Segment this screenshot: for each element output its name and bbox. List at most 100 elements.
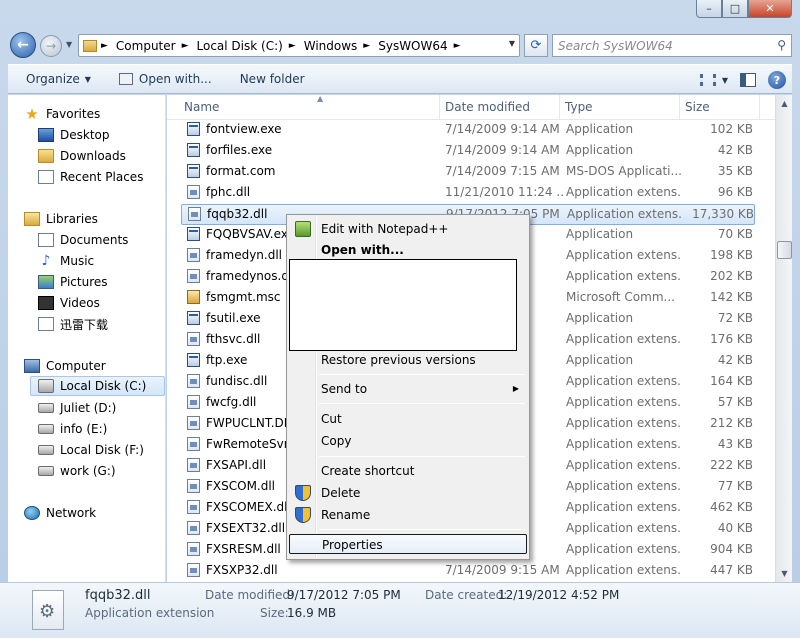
sidebar-label: info (E:) (60, 422, 108, 436)
sidebar-label: Network (46, 506, 97, 520)
sidebar-item-network[interactable]: Network (24, 503, 96, 523)
menu-send-to[interactable]: Send to ▶ (289, 379, 527, 399)
menu-properties[interactable]: Properties (289, 534, 527, 554)
details-size-label: Size: (260, 606, 289, 620)
drive-icon (38, 424, 54, 434)
exe-file-icon (187, 227, 200, 241)
new-folder-button[interactable]: New folder (231, 72, 314, 86)
sidebar-item-documents[interactable]: Documents (38, 230, 128, 250)
scroll-up-button[interactable]: ▲ (776, 95, 793, 112)
help-icon[interactable]: ? (768, 71, 786, 89)
menu-label: Send to (321, 382, 368, 396)
menu-open-with[interactable]: Open with... (289, 240, 527, 260)
size-cell: 102 KB (710, 122, 753, 136)
sidebar-item-thunder-downloads[interactable]: 迅雷下载 (38, 314, 108, 334)
open-with-label: Open with... (138, 72, 212, 86)
preview-pane-icon[interactable] (740, 73, 756, 87)
size-cell: 57 KB (717, 395, 753, 409)
file-name: ftp.exe (206, 353, 248, 367)
sidebar-item-local-disk-c[interactable]: Local Disk (C:) (30, 376, 165, 396)
table-row[interactable]: fontview.exe 7/14/2009 9:14 AM Application… (181, 120, 755, 141)
search-input[interactable]: Search SysWOW64 ⚲ (552, 34, 792, 57)
file-name-cell: FXSXP32.dll (187, 563, 437, 577)
dll-file-icon (187, 458, 200, 472)
dll-file-icon (187, 395, 200, 409)
table-row[interactable]: format.com 7/14/2009 7:15 AM MS-DOS Applic… (181, 162, 755, 183)
notepad-plus-plus-icon (295, 221, 311, 237)
size-cell: 212 KB (710, 416, 753, 430)
file-name-cell: format.com (187, 164, 437, 178)
breadcrumb-windows[interactable]: Windows (304, 39, 358, 53)
minimize-button[interactable]: – (696, 0, 722, 18)
dll-file-icon (32, 590, 64, 630)
file-name: format.com (206, 164, 276, 178)
chevron-right-icon[interactable]: ► (289, 41, 296, 51)
breadcrumb-syswow64[interactable]: SysWOW64 (378, 39, 447, 53)
open-with-button[interactable]: Open with... (110, 72, 221, 86)
refresh-icon: ⟳ (530, 38, 542, 53)
close-button[interactable]: ✕ (748, 0, 792, 18)
column-name[interactable]: Name ▲ (179, 95, 440, 120)
forward-button[interactable]: → (40, 35, 62, 57)
file-name-cell: forfiles.exe (187, 143, 437, 157)
chevron-right-icon[interactable]: ► (363, 41, 370, 51)
address-bar[interactable]: ► Computer ► Local Disk (C:) ► Windows ►… (78, 34, 520, 57)
search-icon[interactable]: ⚲ (777, 38, 786, 52)
table-row[interactable]: fphc.dll 11/21/2010 11:24 ... Application … (181, 183, 755, 204)
size-cell: 42 KB (717, 353, 753, 367)
column-type[interactable]: Type (560, 95, 680, 120)
back-button[interactable]: ← (10, 32, 36, 58)
view-dropdown-icon[interactable]: ▼ (722, 76, 728, 85)
table-row[interactable]: FXSXP32.dll 7/14/2009 9:15 AM Application … (181, 561, 755, 582)
chevron-right-icon[interactable]: ► (101, 41, 108, 51)
sidebar-item-work-g[interactable]: work (G:) (38, 461, 116, 481)
change-view-icon[interactable] (699, 74, 716, 86)
column-size[interactable]: Size (680, 95, 760, 120)
sidebar-item-libraries[interactable]: Libraries (24, 209, 98, 229)
sidebar-item-juliet-d[interactable]: Juliet (D:) (38, 398, 116, 418)
menu-copy[interactable]: Copy (289, 431, 527, 451)
new-folder-label: New folder (239, 72, 305, 86)
sidebar-label: Recent Places (60, 170, 144, 184)
sidebar-item-desktop[interactable]: Desktop (38, 125, 110, 145)
menu-cut[interactable]: Cut (289, 409, 527, 429)
menu-restore-previous-versions[interactable]: Restore previous versions (289, 350, 527, 370)
address-dropdown-icon[interactable]: ▼ (509, 39, 515, 48)
column-date-modified[interactable]: Date modified (440, 95, 560, 120)
menu-delete[interactable]: Delete (289, 483, 527, 503)
date-modified-cell: 7/14/2009 9:14 AM (445, 143, 560, 157)
column-header: Name ▲ Date modified Type Size (167, 95, 775, 120)
sidebar-item-pictures[interactable]: Pictures (38, 272, 108, 292)
menu-create-shortcut[interactable]: Create shortcut (289, 461, 527, 481)
menu-rename[interactable]: Rename (289, 505, 527, 525)
organize-button[interactable]: Organize ▼ (17, 72, 100, 86)
size-cell: 164 KB (710, 374, 753, 388)
maximize-button[interactable]: □ (722, 0, 748, 18)
breadcrumb-local-disk[interactable]: Local Disk (C:) (197, 39, 283, 53)
dll-file-icon (187, 332, 200, 346)
details-created-value: 12/19/2012 4:52 PM (498, 588, 620, 602)
sidebar-item-videos[interactable]: Videos (38, 293, 100, 313)
sidebar-item-info-e[interactable]: info (E:) (38, 419, 107, 439)
table-row[interactable]: forfiles.exe 7/14/2009 9:14 AM Application… (181, 141, 755, 162)
scrollbar-thumb[interactable] (777, 241, 792, 259)
menu-edit-with-notepad[interactable]: Edit with Notepad++ (289, 219, 527, 239)
vertical-scrollbar[interactable]: ▲ ▼ (775, 95, 792, 582)
sidebar-item-computer[interactable]: Computer (24, 356, 106, 376)
file-name: FXSXP32.dll (206, 563, 278, 577)
chevron-right-icon[interactable]: ► (454, 41, 461, 51)
recent-pages-dropdown[interactable]: ▼ (66, 40, 72, 49)
scroll-down-button[interactable]: ▼ (776, 565, 793, 582)
refresh-button[interactable]: ⟳ (524, 34, 548, 57)
exe-file-icon (187, 143, 200, 157)
sidebar-item-recent-places[interactable]: Recent Places (38, 167, 143, 187)
sidebar-item-favorites[interactable]: ★ Favorites (24, 104, 100, 124)
file-name: fsmgmt.msc (206, 290, 281, 304)
sidebar-item-local-disk-f[interactable]: Local Disk (F:) (38, 440, 144, 460)
breadcrumb-computer[interactable]: Computer (116, 39, 176, 53)
sidebar-label: 迅雷下载 (60, 317, 109, 332)
msc-file-icon (187, 290, 200, 304)
chevron-right-icon[interactable]: ► (182, 41, 189, 51)
sidebar-item-downloads[interactable]: Downloads (38, 146, 126, 166)
sidebar-item-music[interactable]: ♪ Music (38, 251, 95, 271)
